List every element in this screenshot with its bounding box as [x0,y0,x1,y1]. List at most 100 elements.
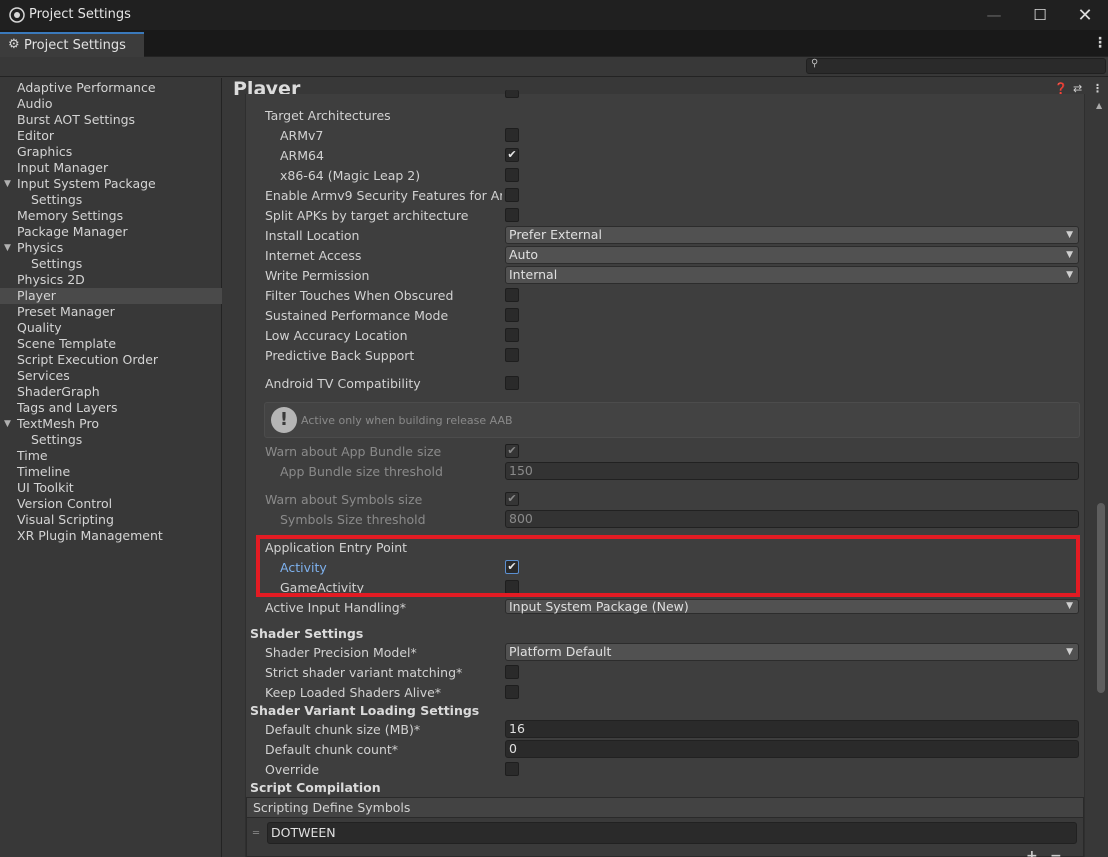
warning-icon: ! [271,407,297,433]
sidebar-item-input-system[interactable]: ▼ Input System Package [0,176,222,192]
dropdown-write-permission[interactable]: Internal ▼ [505,266,1079,284]
sidebar-item-package-manager[interactable]: Package Manager [0,224,222,240]
dropdown-value: Platform Default [509,644,612,659]
sidebar-item-visual-scripting[interactable]: Visual Scripting [0,512,222,528]
define-symbol-field[interactable]: DOTWEEN [267,822,1077,844]
label-chunk-count: Default chunk count* [265,742,399,757]
field-chunk-size[interactable]: 16 [505,720,1079,738]
dropdown-active-input[interactable]: Input System Package (New) ▼ [505,599,1079,614]
checkbox-armv7[interactable] [505,128,519,142]
sidebar-item-label: Input Manager [17,160,109,175]
scroll-up-icon[interactable]: ▲ [1096,101,1102,110]
sidebar-item-preset-manager[interactable]: Preset Manager [0,304,222,320]
sidebar-item-audio[interactable]: Audio [0,96,222,112]
label-keep-shaders: Keep Loaded Shaders Alive* [265,685,442,700]
sidebar-item-player[interactable]: Player [0,288,222,304]
fold-down-icon[interactable]: ▼ [4,416,11,432]
checkbox-predictive-back[interactable] [505,348,519,362]
close-button[interactable]: ✕ [1062,0,1108,30]
checkbox-warn-symbols[interactable]: ✔ [505,492,519,506]
tab-project-settings[interactable]: ⚙ Project Settings [0,32,144,57]
sidebar-item-input-system-settings[interactable]: Settings [0,192,222,208]
dropdown-shader-precision[interactable]: Platform Default ▼ [505,643,1079,661]
checkbox-android-tv[interactable] [505,376,519,390]
checkbox-arm64[interactable]: ✔ [505,148,519,162]
define-symbols-list: Scripting Define Symbols ═ DOTWEEN [246,797,1084,857]
sidebar-item-label: Preset Manager [17,304,115,319]
sidebar-item-label: Visual Scripting [17,512,114,527]
search-input[interactable]: ⚲ [806,58,1106,74]
checkbox-armv9[interactable] [505,188,519,202]
dropdown-value: Auto [509,247,539,262]
vertical-scrollbar[interactable]: ▲ [1096,101,1106,851]
remove-icon[interactable]: − [1050,848,1062,857]
sidebar-item-memory[interactable]: Memory Settings [0,208,222,224]
sidebar-item-label: ShaderGraph [17,384,100,399]
checkbox-override[interactable] [505,762,519,776]
sidebar-item-label: Time [17,448,48,463]
tab-bar: ⚙ Project Settings ⋮ [0,30,1108,57]
sidebar-item-editor[interactable]: Editor [0,128,222,144]
dropdown-value: Internal [509,267,558,282]
checkbox-split-apks[interactable] [505,208,519,222]
sidebar-item-script-execution-order[interactable]: Script Execution Order [0,352,222,368]
tab-menu-icon[interactable]: ⋮ [1093,35,1107,51]
dropdown-arrow-icon: ▼ [1066,601,1073,611]
sidebar-item-label: Quality [17,320,62,335]
sidebar-item-time[interactable]: Time [0,448,222,464]
sidebar-item-label: Editor [17,128,54,143]
sidebar-item-ui-toolkit[interactable]: UI Toolkit [0,480,222,496]
label-symbols-threshold: Symbols Size threshold [280,512,426,527]
unity-logo-icon [9,7,25,23]
define-symbols-header: Scripting Define Symbols [247,798,1083,818]
sidebar-item-label: Tags and Layers [17,400,118,415]
more-options-icon[interactable]: ⋮ [1092,82,1103,95]
checkbox-keep-shaders[interactable] [505,685,519,699]
sidebar-item-textmesh-pro[interactable]: ▼ TextMesh Pro [0,416,222,432]
field-chunk-count[interactable]: 0 [505,740,1079,758]
checkbox-filter-touches[interactable] [505,288,519,302]
dropdown-internet-access[interactable]: Auto ▼ [505,246,1079,264]
sidebar-item-burst[interactable]: Burst AOT Settings [0,112,222,128]
fold-down-icon[interactable]: ▼ [4,240,11,256]
sidebar-item-input-manager[interactable]: Input Manager [0,160,222,176]
sidebar-item-label: Player [17,288,56,303]
partial-checkbox[interactable] [505,90,519,98]
fold-down-icon[interactable]: ▼ [4,176,11,192]
sidebar-item-textmesh-settings[interactable]: Settings [0,432,222,448]
drag-handle-icon[interactable]: ═ [253,828,259,839]
label-android-tv: Android TV Compatibility [265,376,421,391]
minimize-button[interactable]: — [971,0,1017,30]
checkbox-x86-64[interactable] [505,168,519,182]
sidebar-item-label: Memory Settings [17,208,124,223]
sidebar-item-quality[interactable]: Quality [0,320,222,336]
maximize-button[interactable]: ☐ [1017,0,1063,30]
add-icon[interactable]: + [1026,848,1038,857]
sidebar-item-services[interactable]: Services [0,368,222,384]
label-chunk-size: Default chunk size (MB)* [265,722,421,737]
label-strict-shader: Strict shader variant matching* [265,665,463,680]
sidebar-item-adaptive-performance[interactable]: Adaptive Performance [0,80,222,96]
dropdown-install-location[interactable]: Prefer External ▼ [505,226,1079,244]
checkbox-warn-bundle[interactable]: ✔ [505,444,519,458]
checkbox-strict-shader[interactable] [505,665,519,679]
sidebar-item-shadergraph[interactable]: ShaderGraph [0,384,222,400]
sidebar-item-xr-plugin[interactable]: XR Plugin Management [0,528,222,544]
sidebar-item-physics-settings[interactable]: Settings [0,256,222,272]
checkbox-sustained-performance[interactable] [505,308,519,322]
field-symbols-threshold[interactable]: 800 [505,510,1079,528]
scroll-thumb[interactable] [1097,503,1105,693]
sidebar-item-label: TextMesh Pro [17,416,99,431]
checkbox-low-accuracy[interactable] [505,328,519,342]
label-override: Override [265,762,320,777]
sidebar-item-version-control[interactable]: Version Control [0,496,222,512]
field-bundle-threshold[interactable]: 150 [505,462,1079,480]
sidebar-item-physics-2d[interactable]: Physics 2D [0,272,222,288]
label-x86-64: x86-64 (Magic Leap 2) [280,168,421,183]
sidebar-item-scene-template[interactable]: Scene Template [0,336,222,352]
dropdown-value: Prefer External [509,227,602,242]
sidebar-item-graphics[interactable]: Graphics [0,144,222,160]
sidebar-item-physics[interactable]: ▼ Physics [0,240,222,256]
sidebar-item-timeline[interactable]: Timeline [0,464,222,480]
sidebar-item-tags-and-layers[interactable]: Tags and Layers [0,400,222,416]
